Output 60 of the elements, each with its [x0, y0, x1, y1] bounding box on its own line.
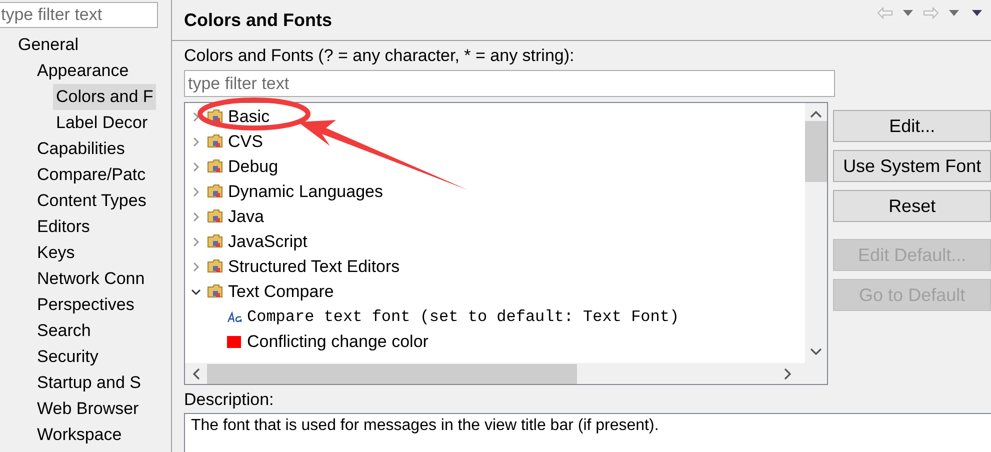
- expand-icon[interactable]: [191, 186, 201, 196]
- scrollbar-thumb[interactable]: [207, 364, 577, 384]
- folder-icon: [207, 283, 224, 300]
- tree-item[interactable]: Workspace: [34, 422, 125, 448]
- tree-item[interactable]: Text Compare: [228, 278, 334, 304]
- filter-field[interactable]: type filter text: [0, 2, 158, 28]
- folder-icon: [207, 258, 224, 275]
- page-title: Colors and Fonts: [184, 8, 333, 32]
- expand-icon[interactable]: [191, 262, 201, 272]
- button[interactable]: Reset: [833, 190, 991, 222]
- scrollbar-thumb[interactable]: [805, 121, 828, 182]
- tree-item[interactable]: JavaScript: [228, 228, 308, 254]
- tree-item[interactable]: Basic: [228, 104, 270, 130]
- expand-icon[interactable]: [191, 112, 201, 122]
- scroll-left-icon[interactable]: [191, 366, 201, 380]
- expand-icon[interactable]: [191, 136, 201, 146]
- description-label: Description:: [184, 390, 275, 410]
- tree-item[interactable]: Compare/Patc: [34, 162, 149, 188]
- filter-field[interactable]: type filter text: [184, 70, 835, 97]
- folder-icon: [207, 158, 224, 175]
- filter-label: Colors and Fonts (? = any character, * = any string):: [184, 45, 576, 67]
- folder-icon: [207, 233, 224, 250]
- tree-item[interactable]: Debug: [228, 154, 278, 180]
- button[interactable]: Use System Font: [833, 150, 991, 182]
- scroll-up-icon[interactable]: [809, 109, 824, 119]
- expand-icon[interactable]: [191, 236, 201, 246]
- description-text: The font that is used for messages in the view title bar (if present).: [184, 413, 991, 452]
- tree-item[interactable]: Editors: [34, 214, 93, 240]
- font-icon: [227, 310, 243, 322]
- tree-item[interactable]: Keys: [34, 240, 78, 266]
- expand-icon[interactable]: [191, 162, 201, 172]
- folder-icon: [207, 183, 224, 200]
- tree-item[interactable]: Colors and F: [53, 84, 156, 110]
- tree-item[interactable]: Dynamic Languages: [228, 178, 383, 204]
- tree-item[interactable]: Capabilities: [34, 136, 128, 162]
- scroll-down-icon[interactable]: [809, 347, 824, 357]
- expand-icon[interactable]: [191, 212, 201, 222]
- tree-item[interactable]: Label Decor: [53, 110, 151, 136]
- tree-item[interactable]: Content Types: [34, 188, 150, 214]
- tree-item[interactable]: Startup and S: [34, 370, 144, 396]
- tree-item[interactable]: Java: [228, 204, 264, 230]
- tree-item[interactable]: Structured Text Editors: [228, 254, 400, 280]
- collapse-icon[interactable]: [191, 286, 201, 296]
- tree-item[interactable]: Web Browser: [34, 396, 142, 422]
- button[interactable]: Edit...: [833, 110, 991, 142]
- tree-item[interactable]: Perspectives: [34, 292, 138, 318]
- tree-item[interactable]: Appearance: [34, 58, 132, 84]
- tree-item[interactable]: Search: [34, 318, 94, 344]
- folder-icon: [207, 133, 224, 150]
- back-icon[interactable]: [877, 7, 893, 19]
- tree-item[interactable]: Conflicting change color: [247, 328, 428, 354]
- folder-icon: [207, 208, 224, 225]
- tree-item[interactable]: Compare text font (set to default: Text Font): [247, 304, 680, 328]
- tree-item[interactable]: General: [15, 32, 82, 58]
- tree-item[interactable]: Security: [34, 344, 102, 370]
- tree-item[interactable]: Network Conn: [34, 266, 148, 292]
- tree-item[interactable]: CVS: [228, 128, 263, 154]
- forward-icon[interactable]: [923, 7, 939, 19]
- folder-icon: [207, 108, 224, 125]
- scroll-right-icon[interactable]: [783, 366, 794, 380]
